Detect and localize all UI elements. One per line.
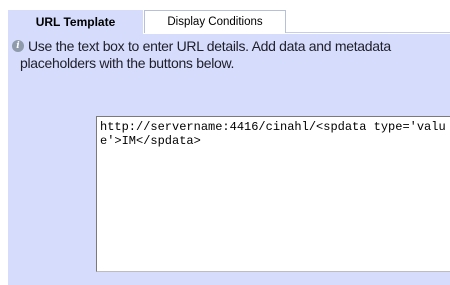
url-template-textarea[interactable]: http://servername:4416/cinahl/<spdata ty… xyxy=(96,116,450,272)
tab-display-conditions[interactable]: Display Conditions xyxy=(144,10,286,33)
tab-bar: URL Template Display Conditions xyxy=(8,10,450,35)
help-text: Use the text box to enter URL details. A… xyxy=(20,38,391,71)
url-template-panel: i Use the text box to enter URL details.… xyxy=(8,34,450,285)
tab-url-template[interactable]: URL Template xyxy=(8,10,143,35)
tab-divider xyxy=(286,32,450,33)
